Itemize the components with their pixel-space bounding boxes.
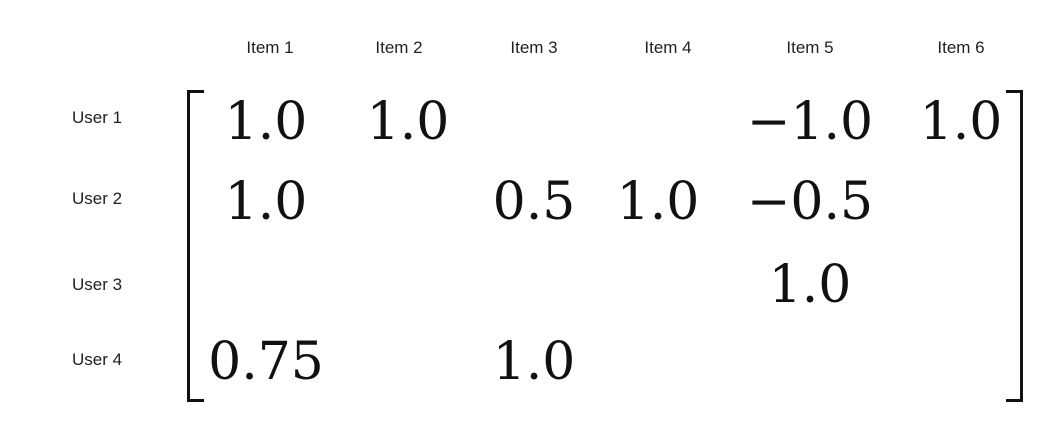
matrix-cell-r2-c4: 1.0: [616, 172, 700, 232]
matrix-cell-r4-c1: 0.75: [208, 332, 324, 392]
column-header-item-6: Item 6: [937, 38, 985, 57]
column-header-item-3: Item 3: [510, 38, 558, 57]
right-bracket: [1006, 90, 1023, 402]
column-header-item-4: Item 4: [644, 38, 692, 57]
row-header-user-4: User 4: [71, 350, 123, 369]
column-header-item-2: Item 2: [375, 38, 423, 57]
matrix-cell-r3-c5: 1.0: [768, 255, 852, 315]
matrix-cell-r2-c5: −0.5: [746, 172, 874, 232]
row-header-user-2: User 2: [71, 189, 123, 208]
matrix-cell-r1-c2: 1.0: [366, 92, 450, 152]
column-header-item-5: Item 5: [786, 38, 834, 57]
column-header-item-1: Item 1: [246, 38, 294, 57]
row-header-user-1: User 1: [71, 108, 123, 127]
matrix-cell-r2-c3: 0.5: [492, 172, 576, 232]
matrix-cell-r4-c3: 1.0: [492, 332, 576, 392]
matrix-cell-r1-c1: 1.0: [224, 92, 308, 152]
matrix-figure: Item 1 Item 2 Item 3 Item 4 Item 5 Item …: [0, 0, 1064, 434]
row-header-user-3: User 3: [71, 275, 123, 294]
matrix-cell-r1-c5: −1.0: [746, 92, 874, 152]
matrix-cell-r1-c6: 1.0: [919, 92, 1003, 152]
matrix-cell-r2-c1: 1.0: [224, 172, 308, 232]
left-bracket: [187, 90, 204, 402]
